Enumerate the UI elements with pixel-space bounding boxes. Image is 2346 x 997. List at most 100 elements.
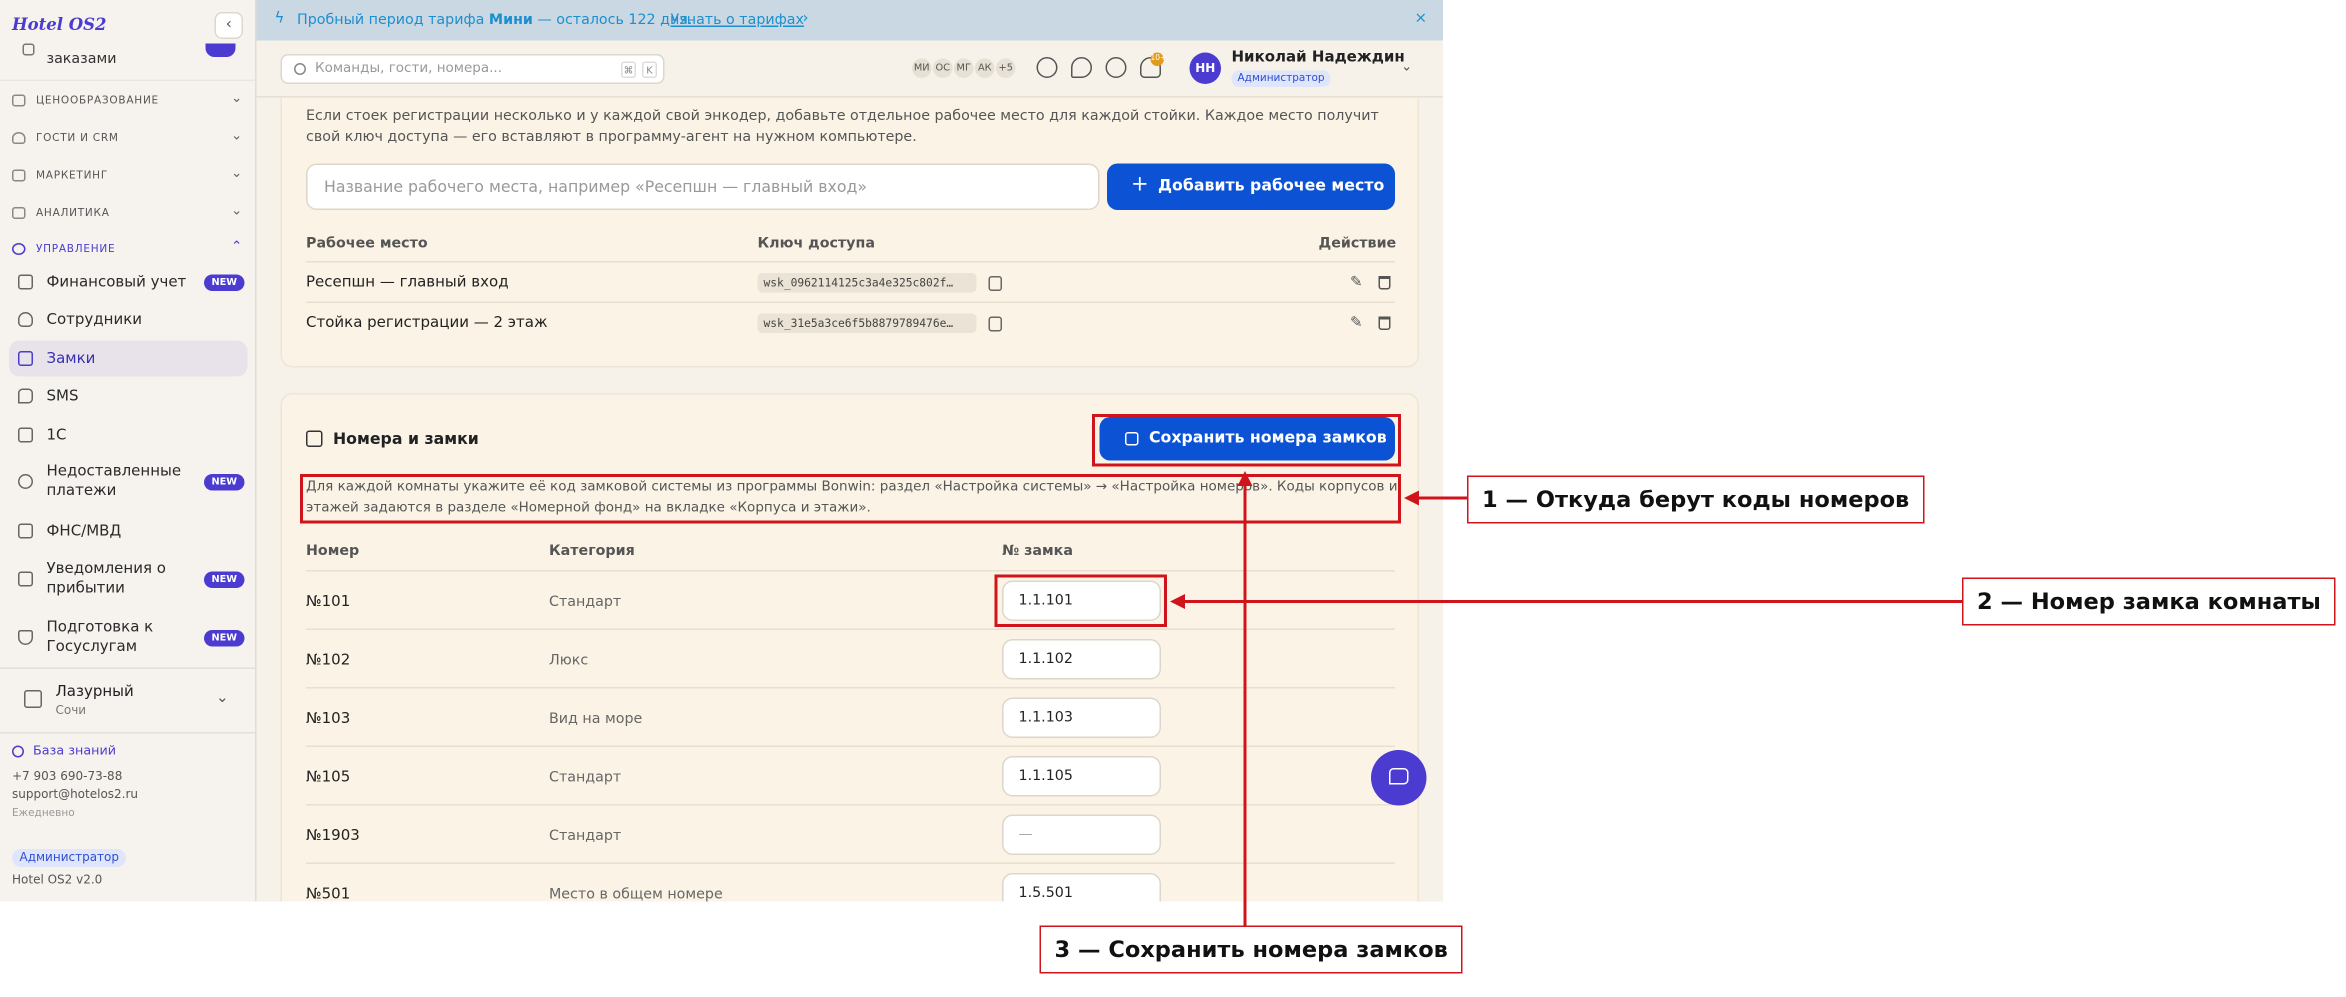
sidebar-section-label: АНАЛИТИКА (36, 207, 110, 219)
room-category: Место в общем номере (549, 886, 723, 902)
add-workstation-button[interactable]: + Добавить рабочее место (1107, 163, 1395, 210)
column-header: Рабочее место (306, 235, 428, 253)
sidebar-item-staff[interactable]: Сотрудники (9, 305, 248, 335)
arrow-head (1404, 490, 1419, 506)
trial-banner-text: Пробный период тарифа Мини — осталось 12… (297, 12, 693, 29)
sidebar-item-fns-mvd[interactable]: ФНС/МВД (9, 516, 248, 546)
sidebar-section-label: ГОСТИ И CRM (36, 132, 119, 144)
support-hours: Ежедневно (12, 807, 75, 819)
workstations-description: Если стоек регистрации несколько и у каж… (306, 108, 1379, 146)
document-icon (18, 427, 33, 443)
search-placeholder: Команды, гости, номера... (315, 61, 503, 77)
sidebar-item-gosuslugi-prep[interactable]: Подготовка к Госуслугам NEW (9, 614, 248, 662)
guests-icon (12, 132, 26, 144)
callout-2: 2 — Номер замка комнаты (1962, 577, 2336, 626)
chevron-down-icon: ⌄ (231, 204, 243, 219)
arrow-head (1237, 471, 1253, 486)
room-number: №102 (306, 652, 351, 670)
room-category: Вид на море (549, 711, 643, 728)
palette-icon[interactable] (1036, 57, 1058, 78)
sidebar-item-undelivered-payments[interactable]: Недоставленные платежи NEW (9, 458, 248, 506)
sidebar-item-orders-partial[interactable]: заказами (47, 51, 117, 68)
sidebar-section-analytics[interactable]: АНАЛИТИКА ⌄ (0, 201, 255, 225)
sidebar-section-pricing[interactable]: ЦЕНООБРАЗОВАНИЕ ⌄ (0, 89, 255, 113)
command-search[interactable]: Команды, гости, номера... ⌘ K (280, 54, 665, 84)
moon-icon[interactable] (1071, 57, 1092, 78)
sidebar-item-arrival-notifications[interactable]: Уведомления о прибытии NEW (9, 555, 248, 603)
column-header: Ключ доступа (757, 235, 875, 253)
column-header: Категория (549, 543, 635, 560)
new-badge: NEW (204, 571, 245, 588)
chart-icon (12, 207, 26, 219)
workstation-name-input[interactable]: Название рабочего места, например «Ресеп… (306, 163, 1100, 210)
divider (306, 862, 1395, 864)
pencil-icon[interactable]: ✎ (1350, 316, 1365, 332)
sidebar-section-management[interactable]: УПРАВЛЕНИЕ ⌃ (0, 237, 255, 261)
lock-number-input[interactable]: 1.1.103 (1002, 697, 1161, 738)
knowledge-base-link[interactable]: База знаний (33, 744, 116, 759)
chevron-down-icon: ⌄ (231, 166, 243, 182)
support-phone[interactable]: +7 903 690-73-88 (12, 770, 122, 784)
section-title: Номера и замки (333, 430, 479, 449)
user-avatar[interactable]: НН (1189, 52, 1221, 84)
sidebar-section-marketing[interactable]: МАРКЕТИНГ ⌄ (0, 164, 255, 188)
room-number: №101 (306, 594, 351, 611)
sidebar-item-locks[interactable]: Замки (9, 340, 248, 377)
pencil-icon[interactable]: ✎ (1350, 275, 1365, 291)
app-version: Hotel OS2 v2.0 (12, 873, 103, 887)
close-icon[interactable]: × (1415, 11, 1428, 28)
room-category: Люкс (549, 652, 589, 670)
divider (306, 628, 1395, 630)
user-name[interactable]: Николай Надеждин (1232, 50, 1405, 67)
app-logo[interactable]: Hotel OS2 (12, 15, 107, 35)
sidebar-item-1c[interactable]: 1С (9, 420, 248, 450)
building-icon (18, 523, 33, 539)
shortcut-key: K (642, 61, 657, 78)
avatar: АК (973, 57, 996, 80)
rooms-locks-card: Номера и замки Сохранить номера замков Д… (280, 393, 1419, 902)
sidebar-item-sms[interactable]: SMS (9, 381, 248, 411)
chat-button[interactable] (1371, 750, 1427, 806)
notification-count: 10+ (1150, 52, 1166, 66)
arrow-line (1243, 486, 1247, 927)
lock-number-input[interactable]: 1.5.501 (1002, 873, 1161, 902)
lock-icon (18, 351, 33, 366)
copy-icon[interactable] (988, 316, 1002, 332)
shield-icon (18, 630, 33, 645)
chevron-down-icon: ⌄ (231, 129, 243, 144)
sidebar-section-guests-crm[interactable]: ГОСТИ И CRM ⌄ (0, 126, 255, 150)
support-email[interactable]: support@hotelos2.ru (12, 788, 138, 802)
pricing-link[interactable]: Узнать о тарифах (671, 12, 804, 29)
callout-3: 3 — Сохранить номера замков (1039, 925, 1463, 974)
lock-number-input[interactable]: 1.1.102 (1002, 639, 1161, 680)
avatar: МГ (952, 57, 975, 80)
room-number: №105 (306, 769, 351, 787)
sidebar-collapse-button[interactable]: ‹ (214, 12, 243, 39)
divider (306, 570, 1395, 572)
lightning-icon: ϟ (274, 10, 285, 28)
workstation-name: Стойка регистрации — 2 этаж (306, 315, 548, 332)
chevron-right-icon: › (802, 10, 809, 28)
help-circle-icon[interactable] (1105, 57, 1127, 78)
avatar: МИ (910, 57, 933, 80)
trash-icon[interactable] (1378, 316, 1391, 330)
trial-banner: ϟ Пробный период тарифа Мини — осталось … (256, 0, 1443, 41)
sidebar-section-label: УПРАВЛЕНИЕ (36, 243, 116, 255)
arrow-head (1170, 594, 1185, 609)
lock-number-input[interactable]: — (1002, 814, 1161, 855)
arrow-line (1185, 600, 1964, 603)
hotel-city: Сочи (55, 703, 87, 718)
copy-icon[interactable] (988, 276, 1002, 291)
sidebar-item-finance[interactable]: Финансовый учет NEW (9, 267, 248, 297)
room-number: №501 (306, 886, 351, 902)
arrow-line (1419, 496, 1469, 500)
divider (306, 261, 1395, 263)
lock-number-input[interactable]: 1.1.105 (1002, 756, 1161, 797)
role-badge: Администратор (12, 849, 127, 867)
chevron-down-icon[interactable]: ⌄ (1401, 60, 1412, 75)
workstation-name: Ресепшн — главный вход (306, 274, 509, 292)
file-icon (18, 571, 33, 587)
sidebar-item-label: Замки (46, 351, 96, 368)
trash-icon[interactable] (1378, 276, 1391, 290)
hotel-switcher[interactable]: Лазурный Сочи ⌄ (0, 667, 255, 734)
